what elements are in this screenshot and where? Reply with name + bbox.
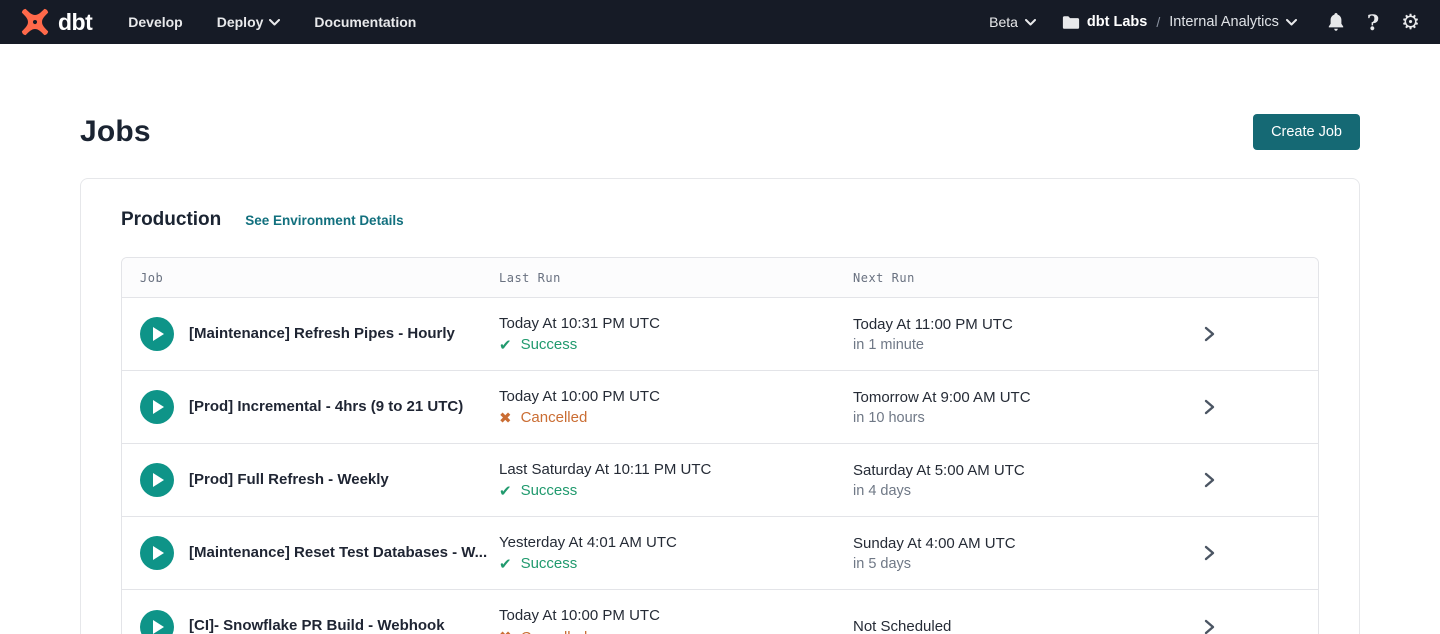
table-row[interactable]: [Maintenance] Refresh Pipes - Hourly Tod… <box>122 298 1318 371</box>
job-name: [Prod] Full Refresh - Weekly <box>189 471 389 490</box>
beta-dropdown[interactable]: Beta <box>989 14 1036 30</box>
jobs-table: Job Last Run Next Run [Maintenance] Refr… <box>121 257 1319 634</box>
last-run-time: Last Saturday At 10:11 PM UTC <box>499 461 853 478</box>
next-run-time: Tomorrow At 9:00 AM UTC <box>853 389 1183 406</box>
job-name: [Prod] Incremental - 4hrs (9 to 21 UTC) <box>189 398 463 417</box>
job-name: [Maintenance] Refresh Pipes - Hourly <box>189 325 455 344</box>
next-run-relative: in 1 minute <box>853 337 1183 353</box>
chevron-down-icon <box>1025 19 1036 26</box>
play-icon <box>153 400 164 414</box>
next-run-relative: in 10 hours <box>853 410 1183 426</box>
play-icon <box>153 473 164 487</box>
last-run-time: Yesterday At 4:01 AM UTC <box>499 534 853 551</box>
dbt-logo[interactable]: dbt <box>20 7 92 37</box>
top-navbar: dbt Develop Deploy Documentation Beta db… <box>0 0 1440 44</box>
play-icon <box>153 620 164 634</box>
chevron-right-icon[interactable] <box>1204 619 1215 634</box>
account-project-switcher[interactable]: dbt Labs / Internal Analytics <box>1062 14 1297 30</box>
help-icon[interactable]: ? <box>1367 10 1379 35</box>
last-run-time: Today At 10:00 PM UTC <box>499 388 853 405</box>
nav-link-develop[interactable]: Develop <box>128 14 182 30</box>
status-badge: ✔ Success <box>499 336 853 354</box>
last-run-time: Today At 10:00 PM UTC <box>499 607 853 624</box>
table-row[interactable]: [Prod] Full Refresh - Weekly Last Saturd… <box>122 444 1318 517</box>
jobs-table-header: Job Last Run Next Run <box>122 258 1318 298</box>
play-icon <box>153 327 164 341</box>
chevron-right-icon[interactable] <box>1204 545 1215 561</box>
status-label: Success <box>521 482 578 499</box>
run-job-play-button[interactable] <box>140 610 174 634</box>
column-header-last-run: Last Run <box>499 271 853 285</box>
play-icon <box>153 546 164 560</box>
next-run-relative: in 5 days <box>853 556 1183 572</box>
run-job-play-button[interactable] <box>140 536 174 570</box>
status-badge: ✖ Cancelled <box>499 409 853 427</box>
environment-name: Production <box>121 209 221 231</box>
dbt-logo-text: dbt <box>58 9 92 36</box>
job-name: [Maintenance] Reset Test Databases - W..… <box>189 544 487 563</box>
run-job-play-button[interactable] <box>140 390 174 424</box>
folder-icon <box>1062 15 1080 30</box>
chevron-down-icon <box>269 19 280 26</box>
next-run-relative: in 4 days <box>853 483 1183 499</box>
column-header-job: Job <box>122 271 499 285</box>
environment-card: Production See Environment Details Job L… <box>80 178 1360 634</box>
see-environment-details-link[interactable]: See Environment Details <box>245 213 403 228</box>
table-row[interactable]: [Prod] Incremental - 4hrs (9 to 21 UTC) … <box>122 371 1318 444</box>
status-badge: ✖ Cancelled <box>499 628 853 634</box>
settings-gear-icon[interactable]: ⚙ <box>1401 12 1420 33</box>
table-row[interactable]: [Maintenance] Reset Test Databases - W..… <box>122 517 1318 590</box>
chevron-right-icon[interactable] <box>1204 326 1215 342</box>
next-run-time: Sunday At 4:00 AM UTC <box>853 535 1183 552</box>
notifications-bell-icon[interactable] <box>1327 12 1345 32</box>
dbt-logo-icon <box>20 7 50 37</box>
status-label: Success <box>521 336 578 353</box>
chevron-right-icon[interactable] <box>1204 472 1215 488</box>
nav-link-documentation[interactable]: Documentation <box>314 14 416 30</box>
next-run-time: Not Scheduled <box>853 618 1183 634</box>
last-run-time: Today At 10:31 PM UTC <box>499 315 853 332</box>
job-name: [CI]- Snowflake PR Build - Webhook <box>189 617 445 634</box>
nav-link-deploy[interactable]: Deploy <box>217 14 281 30</box>
nav-links: Develop Deploy Documentation <box>128 14 416 30</box>
status-icon: ✔ <box>499 555 512 573</box>
status-badge: ✔ Success <box>499 482 853 500</box>
status-icon: ✖ <box>499 409 512 427</box>
column-header-next-run: Next Run <box>853 271 1183 285</box>
next-run-time: Today At 11:00 PM UTC <box>853 316 1183 333</box>
run-job-play-button[interactable] <box>140 463 174 497</box>
status-label: Success <box>521 555 578 572</box>
status-icon: ✔ <box>499 336 512 354</box>
table-row[interactable]: [CI]- Snowflake PR Build - Webhook Today… <box>122 590 1318 634</box>
chevron-down-icon <box>1286 19 1297 26</box>
breadcrumb-separator: / <box>1154 14 1162 30</box>
account-name: dbt Labs <box>1087 14 1147 30</box>
status-label: Cancelled <box>521 409 588 426</box>
jobs-table-body: [Maintenance] Refresh Pipes - Hourly Tod… <box>122 298 1318 634</box>
status-icon: ✔ <box>499 482 512 500</box>
status-label: Cancelled <box>521 629 588 634</box>
project-name: Internal Analytics <box>1169 14 1279 30</box>
run-job-play-button[interactable] <box>140 317 174 351</box>
page-title: Jobs <box>80 115 151 149</box>
status-badge: ✔ Success <box>499 555 853 573</box>
chevron-right-icon[interactable] <box>1204 399 1215 415</box>
status-icon: ✖ <box>499 628 512 634</box>
create-job-button[interactable]: Create Job <box>1253 114 1360 150</box>
next-run-time: Saturday At 5:00 AM UTC <box>853 462 1183 479</box>
